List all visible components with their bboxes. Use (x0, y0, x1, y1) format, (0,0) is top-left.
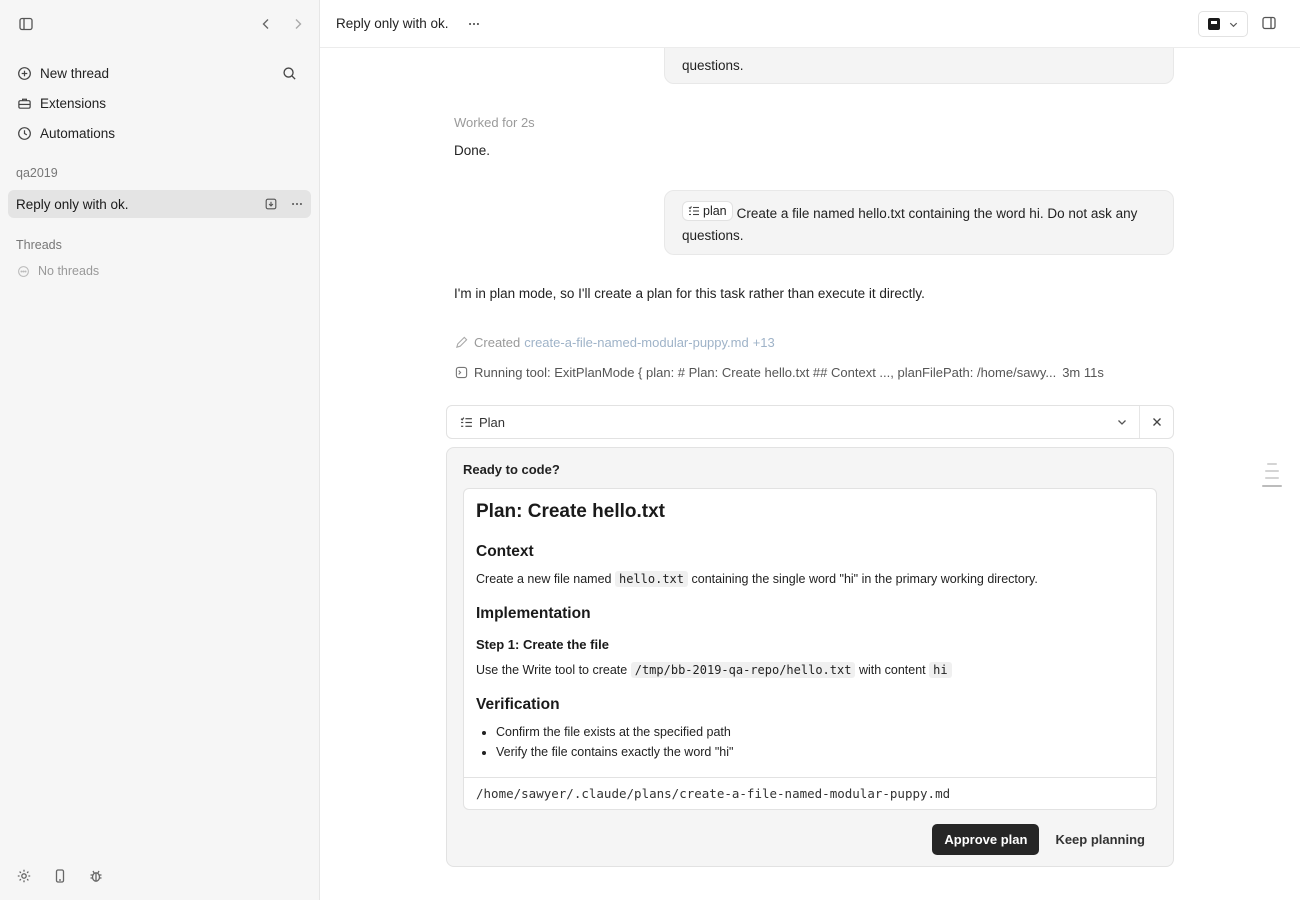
automations-label: Automations (40, 125, 116, 141)
right-panel-toggle-icon[interactable] (1260, 14, 1278, 32)
sidebar-thread-item[interactable]: Reply only with ok. (8, 190, 311, 218)
new-thread-label: New thread (40, 65, 110, 81)
user-message-text: questions. (682, 58, 744, 73)
plan-bar-divider (1139, 406, 1140, 438)
keep-planning-button[interactable]: Keep planning (1043, 824, 1157, 855)
plan-document: Plan: Create hello.txt Context Create a … (463, 488, 1157, 778)
assistant-message: I'm in plan mode, so I'll create a plan … (454, 286, 925, 301)
running-tool-text: Running tool: ExitPlanMode { plan: # Pla… (474, 365, 1057, 380)
thread-actions (263, 196, 305, 212)
user-message: questions. (664, 48, 1174, 84)
clock-icon (16, 125, 32, 141)
worked-for-label[interactable]: Worked for 2s (454, 115, 535, 130)
thread-header: Reply only with ok. (320, 0, 1300, 48)
search-icon[interactable] (281, 65, 297, 81)
list-item: Confirm the file exists at the specified… (496, 722, 1144, 742)
plan-chip-label: plan (703, 204, 727, 218)
scroll-marker (1265, 470, 1279, 472)
created-line-count: +13 (752, 335, 775, 350)
plan-bar-text: Plan (479, 415, 506, 430)
inline-code: /tmp/bb-2019-qa-repo/hello.txt (630, 662, 856, 678)
implementation-heading: Implementation (476, 605, 591, 622)
scroll-marker (1267, 463, 1277, 465)
gear-icon[interactable] (16, 868, 32, 884)
context-text: Create a new file named (476, 572, 612, 586)
approve-plan-button[interactable]: Approve plan (932, 824, 1040, 855)
extensions-label: Extensions (40, 95, 107, 111)
user-message-text: Create a file named hello.txt containing… (682, 206, 1138, 243)
threads-section-label: Threads (16, 238, 62, 252)
context-paragraph: Create a new file named hello.txt contai… (476, 569, 1144, 589)
chevron-right-icon[interactable] (288, 14, 308, 34)
pencil-icon (454, 336, 468, 350)
inline-code: hello.txt (614, 571, 689, 587)
chevron-down-icon (1228, 19, 1239, 30)
list-check-icon (459, 416, 473, 430)
assistant-message: Done. (454, 143, 491, 158)
extensions-button[interactable]: Extensions (8, 88, 311, 118)
no-threads-text: No threads (38, 264, 100, 278)
created-label: Created (474, 335, 521, 350)
sidebar-footer (16, 868, 104, 884)
plan-file-path: /home/sawyer/.claude/plans/create-a-file… (463, 777, 1157, 810)
new-thread-button[interactable]: New thread (8, 58, 311, 88)
sidebar-toggle-icon[interactable] (16, 14, 36, 34)
inline-code: hi (929, 662, 952, 678)
model-logo-icon (1207, 18, 1220, 30)
chevron-down-icon[interactable] (1115, 415, 1129, 429)
scroll-marker (1265, 477, 1279, 479)
plan-mode-chip: plan (682, 201, 733, 221)
created-file-link[interactable]: create-a-file-named-modular-puppy.md (524, 335, 748, 350)
context-heading: Context (476, 543, 534, 560)
bug-icon[interactable] (88, 868, 104, 884)
phone-icon[interactable] (52, 868, 68, 884)
sidebar: New thread Extensions Automations qa2019… (0, 0, 320, 900)
conversation-area: questions. Worked for 2s Done. plan Crea… (320, 48, 1300, 900)
list-item: Verify the file contains exactly the wor… (496, 742, 1144, 762)
step1-heading: Step 1: Create the file (476, 637, 609, 652)
chevron-left-icon[interactable] (256, 14, 276, 34)
plan-bar-label: Plan (459, 415, 505, 430)
step1-text: Use the Write tool to create (476, 663, 628, 677)
scroll-position-markers[interactable] (1262, 463, 1282, 492)
plan-approval-panel: Ready to code? Plan: Create hello.txt Co… (446, 447, 1174, 867)
verification-heading: Verification (476, 696, 560, 713)
archive-icon[interactable] (263, 196, 279, 212)
sidebar-top-bar (16, 14, 303, 34)
terminal-icon (454, 366, 468, 380)
created-file-line: Created create-a-file-named-modular-pupp… (454, 335, 775, 350)
plus-circle-icon (16, 65, 32, 81)
plan-actions: Approve plan Keep planning (932, 824, 1157, 855)
sidebar-nav: New thread Extensions Automations (8, 58, 311, 148)
scroll-marker-active (1262, 485, 1282, 487)
context-text: containing the single word "hi" in the p… (691, 572, 1038, 586)
list-check-icon (688, 205, 700, 217)
more-horizontal-icon[interactable] (289, 196, 305, 212)
plan-bar[interactable]: Plan (446, 405, 1174, 439)
project-label[interactable]: qa2019 (16, 166, 58, 180)
plan-title: Plan: Create hello.txt (476, 501, 665, 522)
no-threads-placeholder: No threads (16, 264, 99, 278)
step1-text: with content (858, 663, 926, 677)
ready-to-code-heading: Ready to code? (463, 462, 560, 477)
thread-title-header: Reply only with ok. (336, 16, 449, 31)
verification-list: Confirm the file exists at the specified… (476, 722, 1144, 762)
toolbox-icon (16, 95, 32, 111)
thread-title: Reply only with ok. (16, 196, 129, 212)
automations-button[interactable]: Automations (8, 118, 311, 148)
user-message: plan Create a file named hello.txt conta… (664, 190, 1174, 255)
model-selector[interactable] (1198, 11, 1248, 37)
step1-paragraph: Use the Write tool to create /tmp/bb-201… (476, 660, 1144, 680)
more-horizontal-icon[interactable] (464, 14, 484, 34)
running-tool-line[interactable]: Running tool: ExitPlanMode { plan: # Pla… (454, 365, 1104, 380)
running-tool-time: 3m 11s (1062, 365, 1104, 380)
chat-bubble-icon (16, 264, 30, 278)
close-icon[interactable] (1150, 415, 1164, 429)
